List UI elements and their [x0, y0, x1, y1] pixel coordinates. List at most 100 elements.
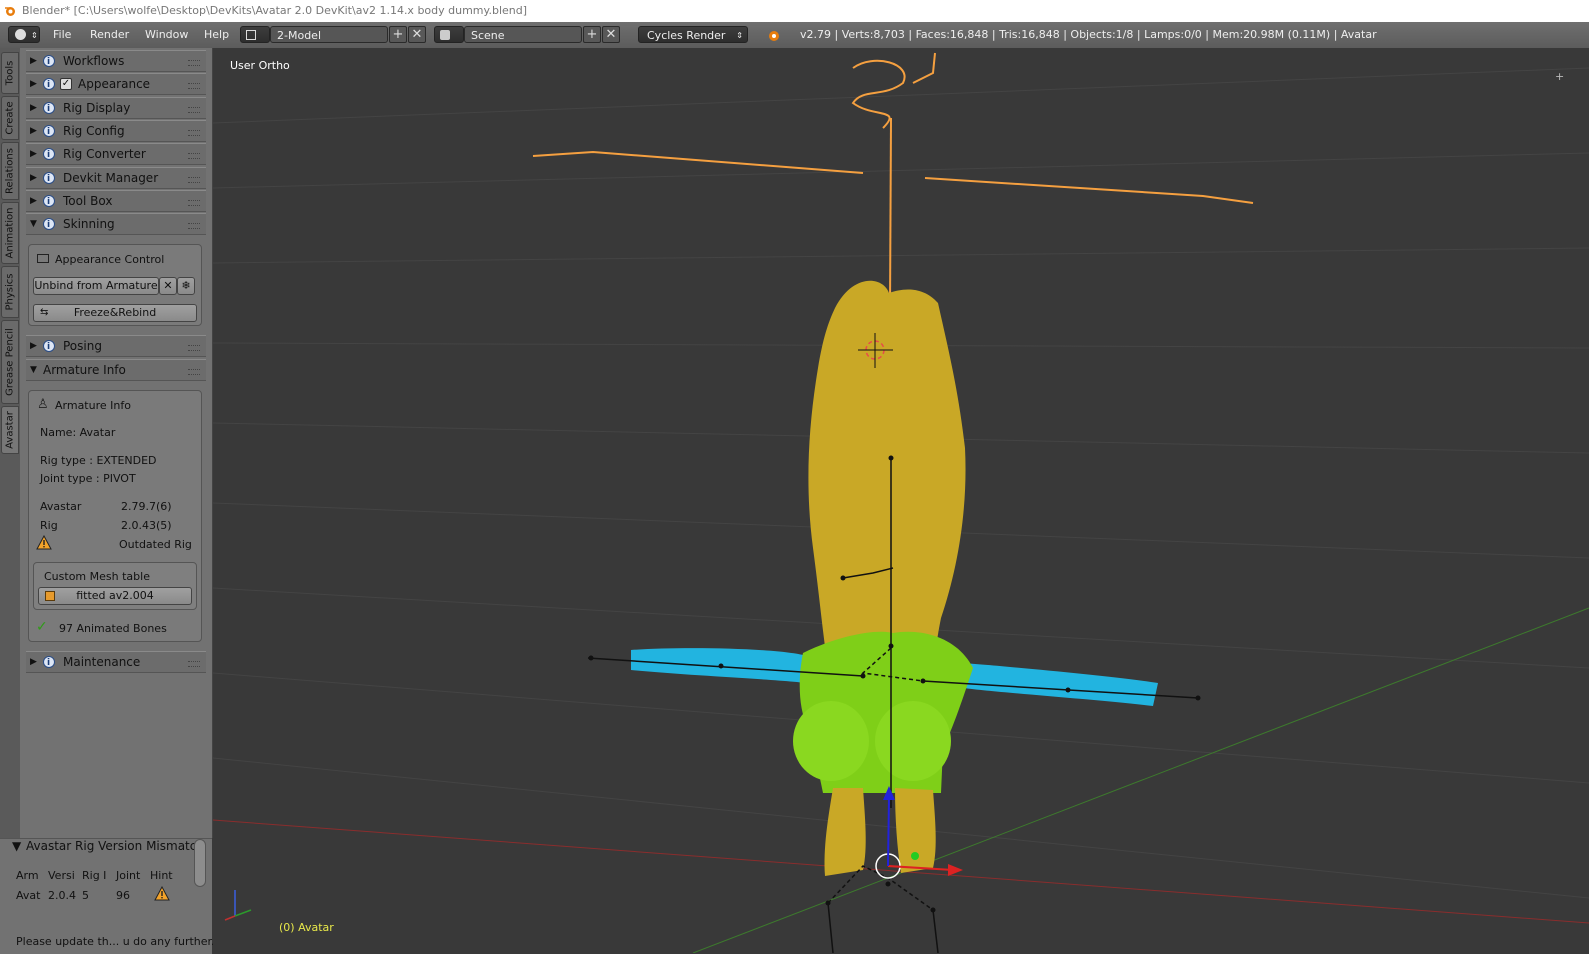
- panel-maintenance[interactable]: ▶ Maintenance: [26, 651, 206, 673]
- rebind-arrows-icon: ⇆: [40, 307, 49, 318]
- panel-workflows[interactable]: ▶ Workflows: [26, 50, 206, 72]
- appearance-control-icon: [37, 254, 49, 263]
- menu-help[interactable]: Help: [204, 28, 229, 41]
- screen-layout-field[interactable]: 2-Model: [270, 26, 388, 43]
- avatar-body: [631, 280, 1158, 876]
- info-icon[interactable]: [43, 215, 55, 235]
- info-icon[interactable]: [43, 192, 55, 212]
- tab-tools[interactable]: Tools: [1, 52, 19, 94]
- checkmark-icon: ✓: [36, 619, 48, 635]
- panel-rig-display[interactable]: ▶ Rig Display: [26, 97, 206, 119]
- drag-grip-icon[interactable]: [188, 223, 200, 229]
- drag-grip-icon[interactable]: [188, 60, 200, 66]
- menu-file[interactable]: File: [53, 28, 71, 41]
- delete-scene-icon[interactable]: ✕: [602, 26, 620, 43]
- col-rig-id: Rig I: [82, 869, 107, 882]
- panel-posing[interactable]: ▶ Posing: [26, 335, 206, 357]
- armature-figure-icon: ♙: [37, 397, 49, 412]
- tab-create-label: Create: [4, 101, 16, 135]
- panel-label: Armature Info: [43, 363, 126, 377]
- freeze-rebind-button[interactable]: ⇆ Freeze&Rebind: [33, 304, 197, 322]
- clear-icon[interactable]: ✕: [159, 277, 177, 295]
- panel-appearance[interactable]: ▶ ✓ Appearance: [26, 73, 206, 95]
- window-title-bar: Blender* [C:\Users\wolfe\Desktop\DevKits…: [0, 0, 1589, 22]
- blender-logo-icon: [5, 7, 15, 16]
- info-icon[interactable]: [43, 122, 55, 142]
- drag-grip-icon[interactable]: [188, 369, 200, 375]
- drag-grip-icon[interactable]: [188, 130, 200, 136]
- checkbox-checked-icon[interactable]: ✓: [60, 78, 72, 90]
- panel-scrollbar[interactable]: [194, 839, 206, 887]
- mesh-name-label: fitted av2.004: [76, 589, 154, 602]
- drag-grip-icon[interactable]: [188, 345, 200, 351]
- menu-render[interactable]: Render: [90, 28, 129, 41]
- tab-physics[interactable]: Physics: [1, 266, 19, 318]
- info-icon[interactable]: [43, 653, 55, 673]
- info-icon[interactable]: [43, 337, 55, 357]
- expand-arrow-icon: ▶: [30, 149, 37, 159]
- drag-grip-icon[interactable]: [188, 200, 200, 206]
- tab-relations[interactable]: Relations: [1, 142, 19, 200]
- drag-grip-icon[interactable]: [188, 107, 200, 113]
- armature-name: Name: Avatar: [40, 426, 116, 439]
- rig-type: Rig type : EXTENDED: [40, 454, 157, 467]
- info-header: ⇕ File Render Window Help 2-Model + ✕ Sc…: [0, 22, 1589, 49]
- joint-type: Joint type : PIVOT: [40, 472, 136, 485]
- tab-physics-label: Physics: [4, 273, 16, 311]
- add-screen-icon[interactable]: +: [389, 26, 407, 43]
- row-rig-id: 5: [82, 889, 89, 902]
- armature-info-heading: Armature Info: [55, 399, 131, 412]
- info-icon[interactable]: [43, 169, 55, 189]
- collapse-arrow-icon[interactable]: ▼: [12, 839, 21, 853]
- rig-label: Rig: [40, 519, 58, 532]
- tab-grease-pencil[interactable]: Grease Pencil: [1, 320, 19, 404]
- panel-label: Workflows: [63, 54, 125, 68]
- unbind-armature-button[interactable]: Unbind from Armature: [33, 277, 159, 295]
- warning-icon: [36, 535, 52, 550]
- panel-skinning[interactable]: ▼ Skinning: [26, 213, 206, 235]
- screen-layout-icon-selector[interactable]: [240, 26, 270, 43]
- custom-mesh-label: Custom Mesh table: [44, 570, 150, 583]
- expand-arrow-icon: ▶: [30, 56, 37, 66]
- collapse-arrow-icon: ▼: [30, 365, 37, 375]
- info-icon[interactable]: [43, 145, 55, 165]
- drag-grip-icon[interactable]: [188, 153, 200, 159]
- panel-rig-config[interactable]: ▶ Rig Config: [26, 120, 206, 142]
- tab-avastar-label: Avastar: [4, 411, 16, 449]
- drag-grip-icon[interactable]: [188, 177, 200, 183]
- panel-tool-box[interactable]: ▶ Tool Box: [26, 190, 206, 212]
- panel-label: Appearance: [78, 77, 151, 91]
- render-engine-selector[interactable]: Cycles Render ⇕: [638, 26, 748, 43]
- info-icon[interactable]: [43, 52, 55, 72]
- drag-grip-icon[interactable]: [188, 661, 200, 667]
- mismatch-footer: Please update th... u do any further...: [16, 935, 222, 948]
- freeze-icon[interactable]: ❄: [177, 277, 195, 295]
- panel-rig-converter[interactable]: ▶ Rig Converter: [26, 143, 206, 165]
- tab-animation[interactable]: Animation: [1, 202, 19, 264]
- active-object-label: (0) Avatar: [279, 921, 334, 934]
- panel-armature-info[interactable]: ▼ Armature Info: [26, 359, 206, 381]
- add-scene-icon[interactable]: +: [583, 26, 601, 43]
- scene-icon-selector[interactable]: [434, 26, 464, 43]
- properties-toggle-icon[interactable]: +: [1555, 70, 1564, 83]
- drag-grip-icon[interactable]: [188, 83, 200, 89]
- editor-type-selector[interactable]: ⇕: [8, 26, 40, 43]
- menu-window[interactable]: Window: [145, 28, 188, 41]
- info-icon[interactable]: [43, 75, 55, 95]
- panel-devkit-manager[interactable]: ▶ Devkit Manager: [26, 167, 206, 189]
- row-version: 2.0.4: [48, 889, 76, 902]
- expand-arrow-icon: ▶: [30, 79, 37, 89]
- tab-create[interactable]: Create: [1, 96, 19, 140]
- view-label: User Ortho: [230, 59, 290, 72]
- version-mismatch-panel: ▼ Avastar Rig Version Mismatch Arm Versi…: [0, 838, 222, 954]
- 3d-viewport[interactable]: User Ortho (0) Avatar +: [213, 48, 1589, 953]
- tab-avastar[interactable]: Avastar: [1, 406, 19, 454]
- panel-label: Maintenance: [63, 655, 141, 669]
- delete-screen-icon[interactable]: ✕: [408, 26, 426, 43]
- mesh-select-button[interactable]: fitted av2.004: [38, 587, 192, 605]
- render-engine-label: Cycles Render: [647, 29, 726, 42]
- tab-animation-label: Animation: [4, 207, 16, 259]
- expand-arrow-icon: ▶: [30, 173, 37, 183]
- info-icon[interactable]: [43, 99, 55, 119]
- scene-field[interactable]: Scene: [464, 26, 582, 43]
